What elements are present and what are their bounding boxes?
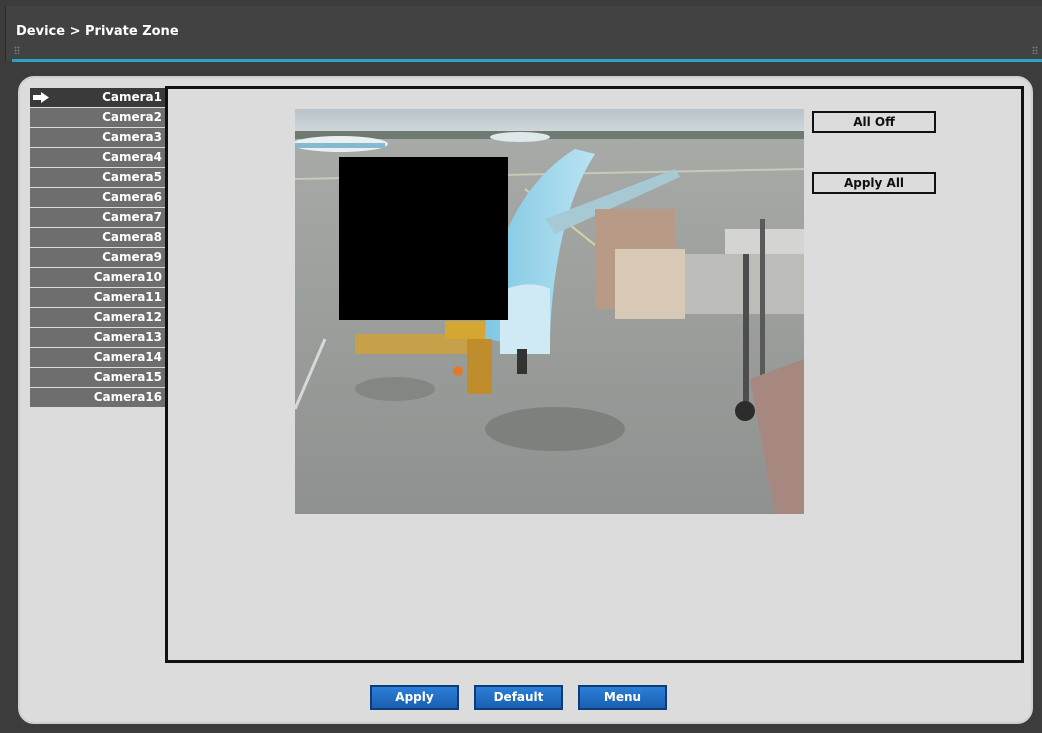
default-button[interactable]: Default — [474, 685, 563, 710]
apply-button[interactable]: Apply — [370, 685, 459, 710]
camera-list-item[interactable]: Camera6 — [30, 188, 165, 207]
camera-label: Camera6 — [102, 190, 162, 204]
camera-list-item[interactable]: Camera4 — [30, 148, 165, 167]
resize-grip-icon — [14, 46, 20, 54]
privacy-mask-zone[interactable] — [339, 157, 508, 320]
camera-label: Camera1 — [102, 90, 162, 104]
camera-list-item[interactable]: Camera1 — [30, 88, 165, 107]
camera-label: Camera3 — [102, 130, 162, 144]
arrow-right-icon — [33, 92, 49, 103]
camera-list-item[interactable]: Camera3 — [30, 128, 165, 147]
camera-list-item[interactable]: Camera11 — [30, 288, 165, 307]
camera-label: Camera5 — [102, 170, 162, 184]
camera-list-item[interactable]: Camera14 — [30, 348, 165, 367]
menu-button[interactable]: Menu — [578, 685, 667, 710]
camera-label: Camera12 — [93, 310, 162, 324]
camera-label: Camera9 — [102, 250, 162, 264]
camera-label: Camera10 — [93, 270, 162, 284]
resize-grip-icon — [1032, 46, 1038, 54]
camera-label: Camera4 — [102, 150, 162, 164]
all-off-button[interactable]: All Off — [812, 111, 936, 133]
camera-list-item[interactable]: Camera5 — [30, 168, 165, 187]
apply-all-button[interactable]: Apply All — [812, 172, 936, 194]
title-bar: Device > Private Zone — [5, 6, 1042, 61]
camera-list-item[interactable]: Camera8 — [30, 228, 165, 247]
camera-label: Camera7 — [102, 210, 162, 224]
camera-list-item[interactable]: Camera7 — [30, 208, 165, 227]
camera-label: Camera14 — [93, 350, 162, 364]
camera-video-view[interactable] — [295, 109, 804, 514]
camera-list-item[interactable]: Camera16 — [30, 388, 165, 407]
camera-list: Camera1 Camera2 Camera3 Camera4 Camera5 … — [30, 88, 165, 408]
camera-list-item[interactable]: Camera9 — [30, 248, 165, 267]
camera-list-item[interactable]: Camera2 — [30, 108, 165, 127]
camera-label: Camera15 — [93, 370, 162, 384]
camera-label: Camera8 — [102, 230, 162, 244]
camera-list-item[interactable]: Camera15 — [30, 368, 165, 387]
accent-divider — [12, 59, 1042, 62]
camera-list-item[interactable]: Camera13 — [30, 328, 165, 347]
camera-list-item[interactable]: Camera10 — [30, 268, 165, 287]
camera-label: Camera13 — [93, 330, 162, 344]
camera-label: Camera16 — [93, 390, 162, 404]
camera-label: Camera11 — [93, 290, 162, 304]
app-window: Device > Private Zone Camera1 Camera2 Ca… — [0, 0, 1042, 733]
camera-list-item[interactable]: Camera12 — [30, 308, 165, 327]
camera-label: Camera2 — [102, 110, 162, 124]
page-title: Device > Private Zone — [16, 24, 179, 39]
